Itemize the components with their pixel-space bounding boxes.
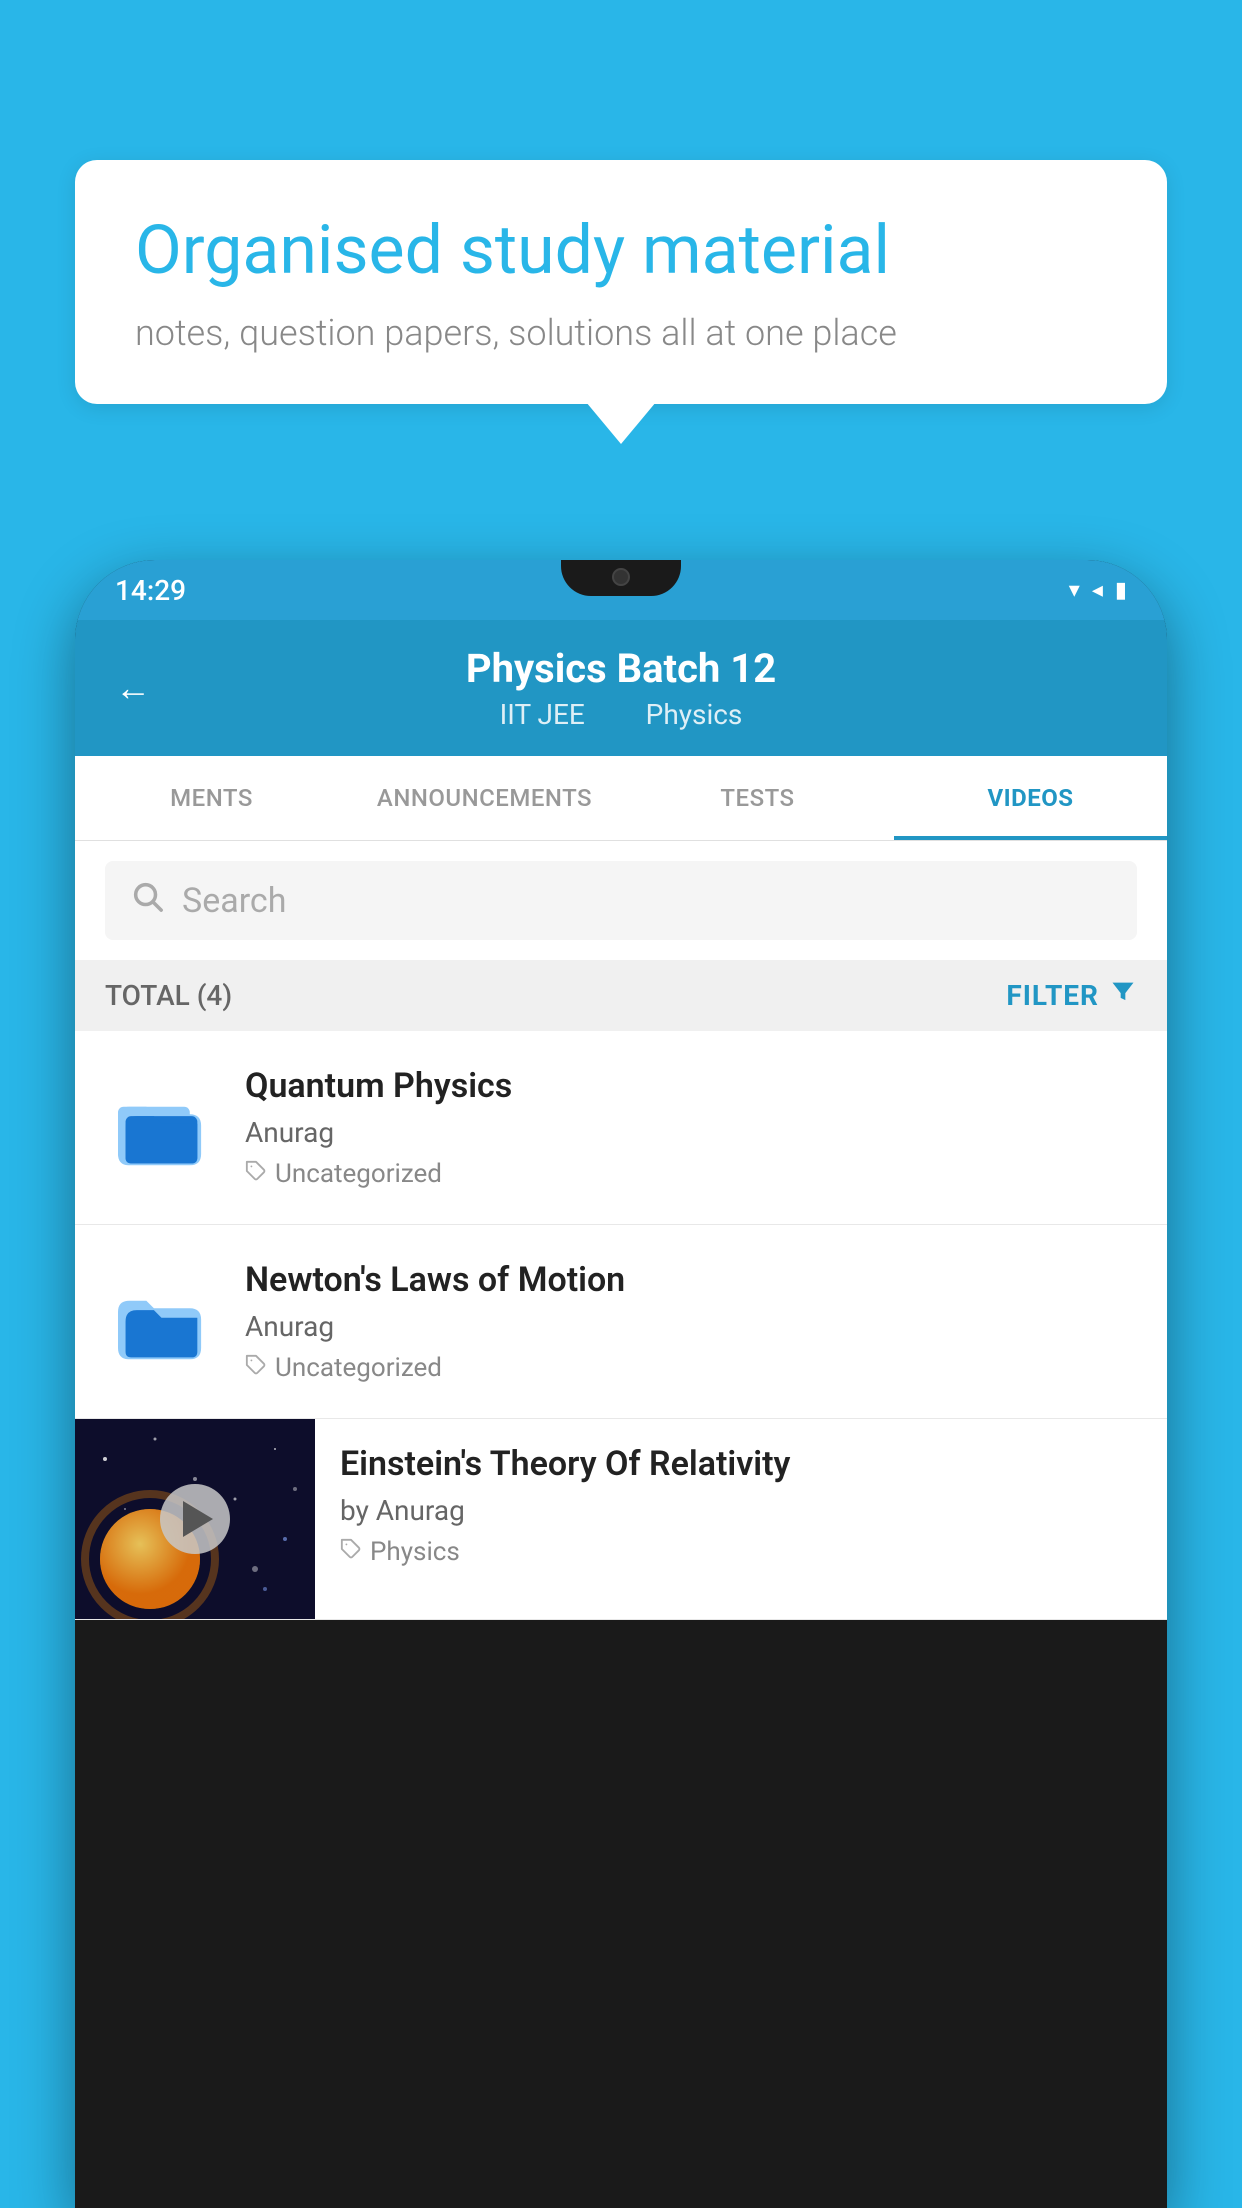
folder-icon <box>118 1279 203 1364</box>
video-info: Einstein's Theory Of Relativity by Anura… <box>315 1419 1167 1592</box>
play-triangle-icon <box>183 1501 213 1537</box>
tab-videos[interactable]: VIDEOS <box>894 756 1167 840</box>
list-item[interactable]: Newton's Laws of Motion Anurag Uncategor… <box>75 1225 1167 1419</box>
folder-icon <box>118 1085 203 1170</box>
bubble-subtitle: notes, question papers, solutions all at… <box>135 312 1107 354</box>
notch <box>561 560 681 596</box>
video-author: by Anurag <box>340 1494 1142 1527</box>
phone-frame: 14:29 ▾ ◂ ▮ ← Physics Batch 12 IIT JEE P… <box>75 560 1167 2208</box>
video-tag: Uncategorized <box>245 1353 1137 1383</box>
video-tag: Uncategorized <box>245 1159 1137 1189</box>
battery-icon: ▮ <box>1115 578 1127 603</box>
folder-thumbnail <box>105 1267 215 1377</box>
total-count: TOTAL (4) <box>105 979 232 1012</box>
video-thumbnail <box>75 1419 315 1619</box>
video-list: Quantum Physics Anurag Uncategorized <box>75 1031 1167 1620</box>
tab-tests[interactable]: TESTS <box>621 756 894 840</box>
subtitle-physics: Physics <box>646 698 743 731</box>
app-header: ← Physics Batch 12 IIT JEE Physics <box>75 620 1167 756</box>
video-author: Anurag <box>245 1116 1137 1149</box>
search-placeholder: Search <box>182 881 286 921</box>
video-author: Anurag <box>245 1310 1137 1343</box>
video-info: Quantum Physics Anurag Uncategorized <box>245 1066 1137 1189</box>
tabs-bar: MENTS ANNOUNCEMENTS TESTS VIDEOS <box>75 756 1167 841</box>
signal-icon: ◂ <box>1092 578 1103 603</box>
video-info: Newton's Laws of Motion Anurag Uncategor… <box>245 1260 1137 1383</box>
list-item[interactable]: Quantum Physics Anurag Uncategorized <box>75 1031 1167 1225</box>
video-title: Quantum Physics <box>245 1066 1137 1106</box>
speech-bubble: Organised study material notes, question… <box>75 160 1167 404</box>
back-button[interactable]: ← <box>115 667 151 709</box>
tab-ments[interactable]: MENTS <box>75 756 348 840</box>
filter-label: FILTER <box>1006 979 1099 1012</box>
tag-icon <box>245 1353 267 1383</box>
tag-icon <box>340 1537 362 1567</box>
status-icons: ▾ ◂ ▮ <box>1069 578 1127 603</box>
bubble-title: Organised study material <box>135 210 1107 292</box>
subtitle-iitjee: IIT JEE <box>500 698 585 731</box>
camera <box>612 568 630 586</box>
status-time: 14:29 <box>115 574 186 607</box>
page-title: Physics Batch 12 <box>466 645 776 692</box>
video-title: Newton's Laws of Motion <box>245 1260 1137 1300</box>
filter-button[interactable]: FILTER <box>1006 978 1137 1013</box>
filter-bar: TOTAL (4) FILTER <box>75 960 1167 1031</box>
list-item[interactable]: Einstein's Theory Of Relativity by Anura… <box>75 1419 1167 1620</box>
search-icon <box>130 879 164 922</box>
status-bar: 14:29 ▾ ◂ ▮ <box>75 560 1167 620</box>
search-bar: Search <box>75 841 1167 960</box>
header-subtitle: IIT JEE Physics <box>490 698 753 731</box>
search-input-container[interactable]: Search <box>105 861 1137 940</box>
video-title: Einstein's Theory Of Relativity <box>340 1444 1142 1484</box>
wifi-icon: ▾ <box>1069 578 1080 603</box>
folder-thumbnail <box>105 1073 215 1183</box>
play-button[interactable] <box>160 1484 230 1554</box>
subtitle-separator <box>612 698 626 731</box>
tab-announcements[interactable]: ANNOUNCEMENTS <box>348 756 621 840</box>
tag-icon <box>245 1159 267 1189</box>
filter-icon <box>1109 978 1137 1013</box>
video-tag: Physics <box>340 1537 1142 1567</box>
